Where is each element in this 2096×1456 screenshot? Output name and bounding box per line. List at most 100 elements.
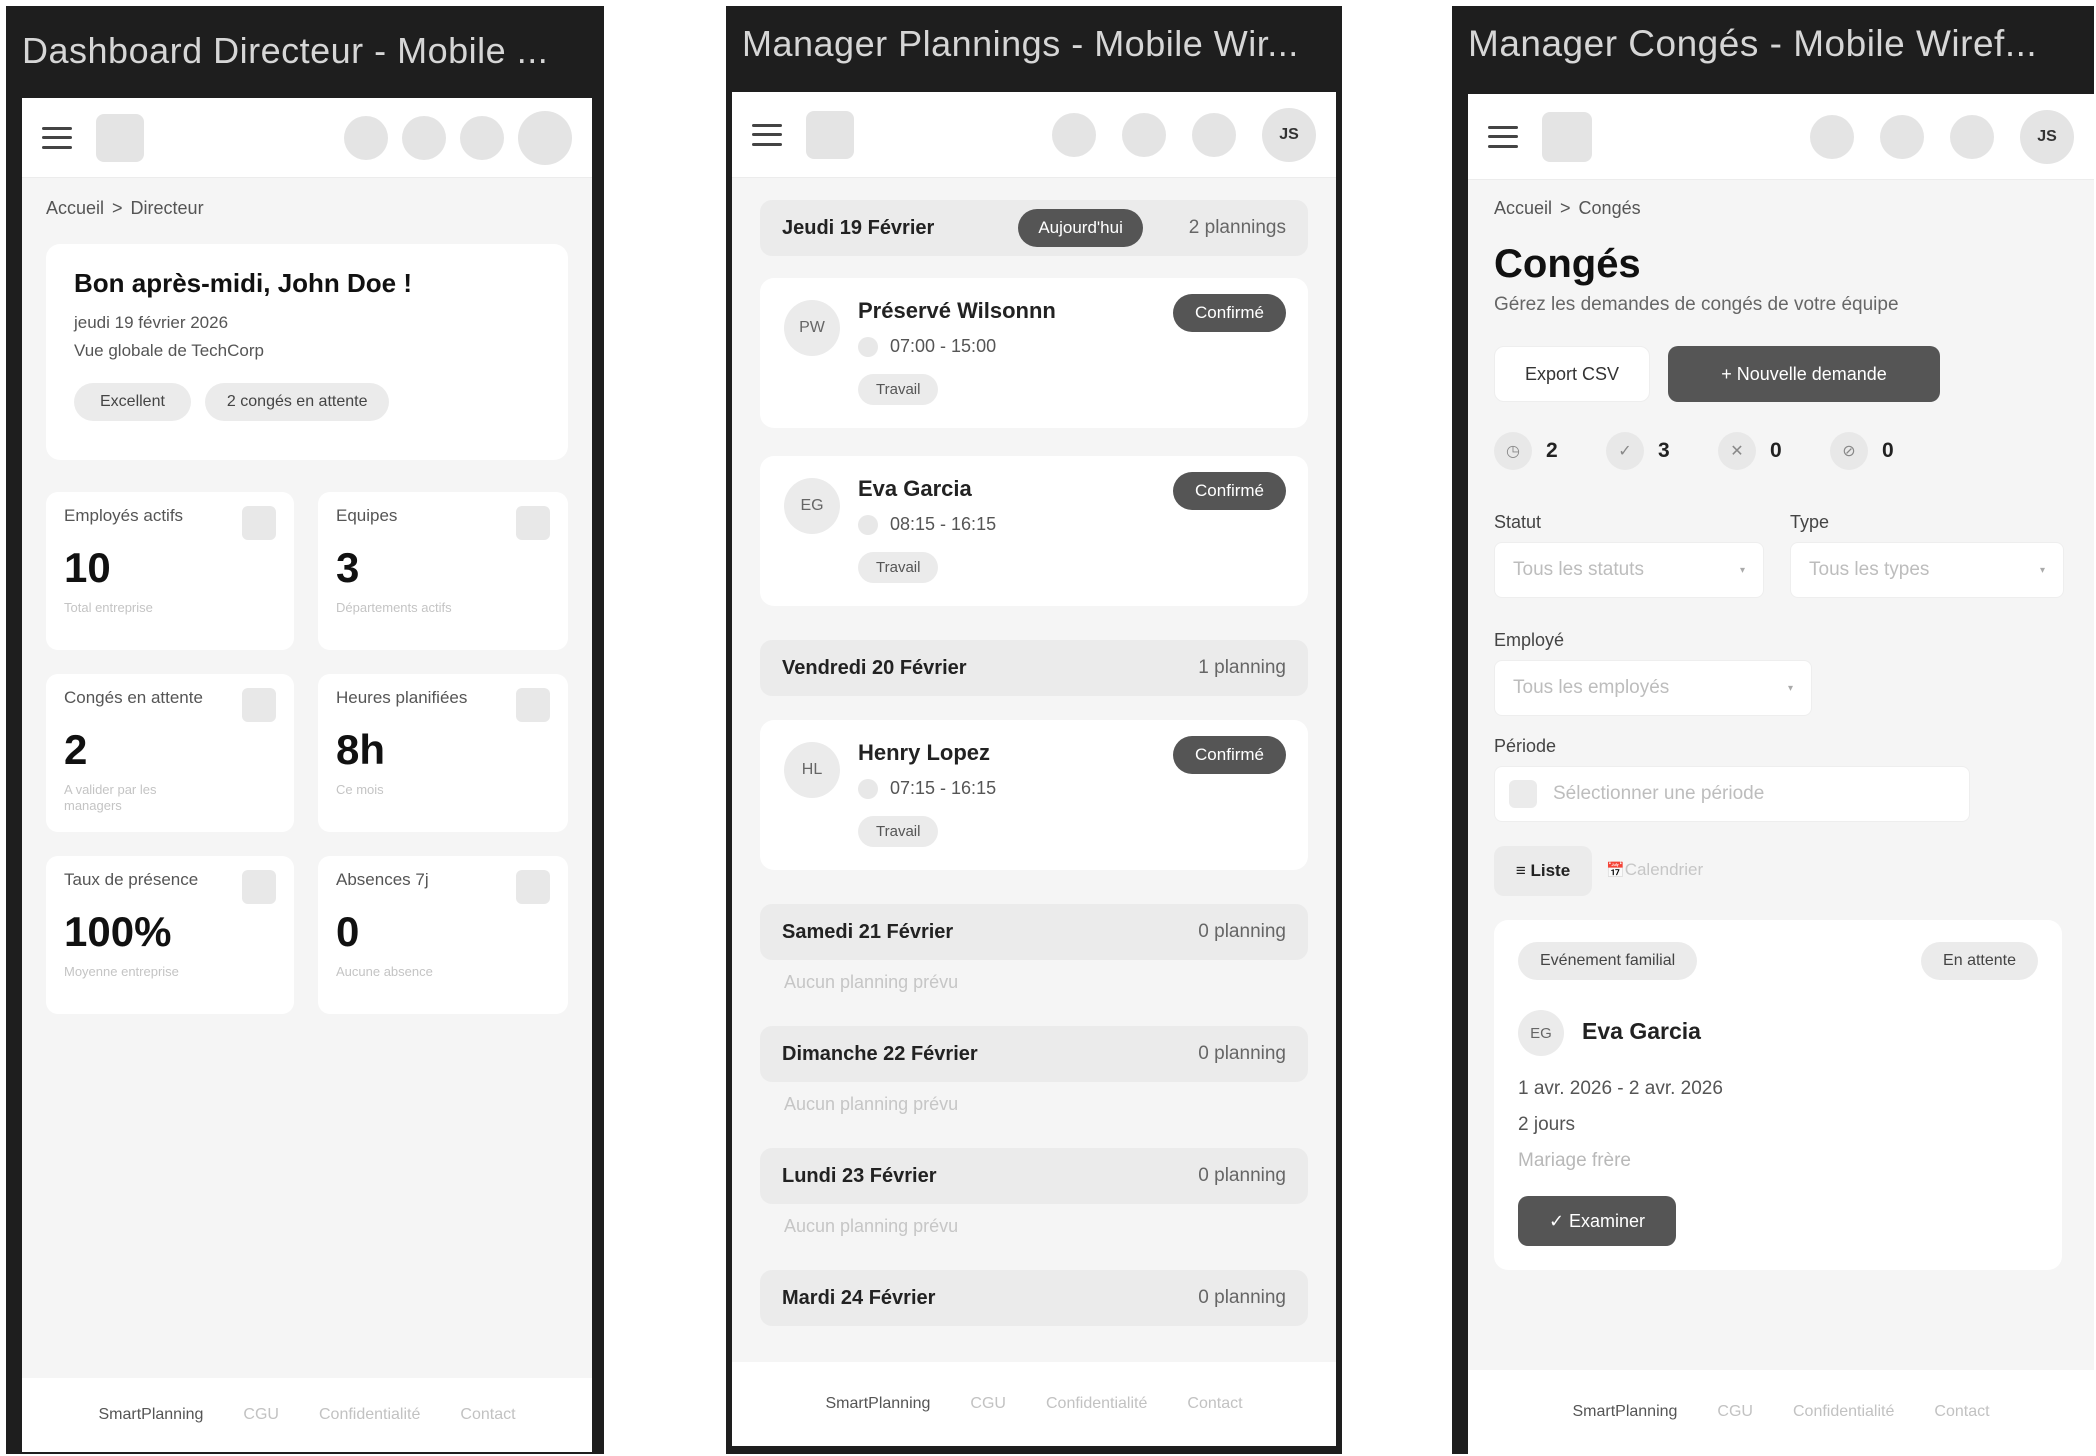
shift-time-text: 08:15 - 16:15 [890, 514, 997, 534]
avatar[interactable] [518, 110, 572, 165]
breadcrumb: Accueil > Congés [1494, 198, 1641, 219]
counter-approved: ✓ 3 [1606, 432, 1670, 470]
calendar-icon: 📅 [1606, 862, 1625, 879]
stat-value: 3 [336, 544, 360, 591]
day-header: Samedi 21 Février 0 planning [760, 904, 1308, 960]
settings-icon[interactable] [1950, 114, 1994, 159]
breadcrumb-current: Directeur [130, 198, 204, 218]
leave-duration: 2 jours [1518, 1114, 1576, 1135]
users-icon [242, 506, 276, 540]
counter-rejected: ✕ 0 [1718, 432, 1782, 470]
menu-icon[interactable] [752, 123, 782, 146]
menu-icon[interactable] [42, 126, 72, 149]
planning-card[interactable]: EG Eva Garcia 08:15 - 16:15 Travail Conf… [760, 456, 1308, 606]
footer-link-cgu[interactable]: CGU [243, 1406, 279, 1424]
notification-icon[interactable] [1052, 112, 1096, 157]
window-title: Dashboard Directeur - Mobile ... [22, 30, 549, 71]
tab-calendar[interactable]: 📅Calendrier [1606, 860, 1703, 880]
avatar[interactable]: JS [1262, 107, 1316, 162]
footer-link-cgu[interactable]: CGU [1717, 1403, 1753, 1421]
window-title: Manager Congés - Mobile Wiref... [1468, 23, 2038, 64]
type-select-value: Tous les types [1809, 559, 1930, 580]
footer: SmartPlanning CGU Confidentialité Contac… [22, 1378, 592, 1452]
footer-link-privacy[interactable]: Confidentialité [319, 1406, 420, 1424]
window-title: Manager Plannings - Mobile Wir... [742, 23, 1299, 64]
breadcrumb: Accueil > Directeur [46, 198, 204, 219]
status-badge: En attente [1921, 942, 2038, 980]
plannings-window: Manager Plannings - Mobile Wir... JS Jeu… [726, 6, 1342, 1454]
stat-card-employees[interactable]: Employés actifs 10 Total entreprise [46, 492, 294, 650]
footer-link-contact[interactable]: Contact [460, 1406, 515, 1424]
stat-card-hours[interactable]: Heures planifiées 8h Ce mois [318, 674, 568, 832]
employee-name: Préservé Wilsonnn [858, 298, 1056, 323]
message-icon[interactable] [402, 115, 446, 160]
message-icon[interactable] [1880, 114, 1924, 159]
notification-icon[interactable] [344, 115, 388, 160]
empty-day-text: Aucun planning prévu [784, 1094, 959, 1114]
footer-link-privacy[interactable]: Confidentialité [1793, 1403, 1894, 1421]
day-count: 0 planning [1198, 921, 1286, 942]
stat-value: 8h [336, 726, 386, 773]
stat-card-teams[interactable]: Equipes 3 Départements actifs [318, 492, 568, 650]
footer-link-privacy[interactable]: Confidentialité [1046, 1395, 1147, 1413]
counter-value: 2 [1546, 439, 1558, 462]
cancel-icon: ⊘ [1830, 432, 1868, 470]
examine-button[interactable]: ✓ Examiner [1518, 1196, 1676, 1246]
page-subtitle: Gérez les demandes de congés de votre éq… [1494, 294, 1899, 315]
breadcrumb-separator: > [112, 198, 123, 218]
day-name: Dimanche 22 Février [782, 1042, 978, 1065]
new-request-button[interactable]: + Nouvelle demande [1668, 346, 1940, 402]
logo [806, 110, 854, 159]
calendar-icon [1509, 780, 1537, 808]
footer-link-contact[interactable]: Contact [1187, 1395, 1242, 1413]
leave-request-card[interactable]: Evénement familial En attente EG Eva Gar… [1494, 920, 2062, 1270]
logo [1542, 111, 1592, 162]
stat-card-absences[interactable]: Absences 7j 0 Aucune absence [318, 856, 568, 1014]
period-placeholder: Sélectionner une période [1553, 783, 1765, 804]
footer: SmartPlanning CGU Confidentialité Contac… [732, 1362, 1336, 1446]
menu-icon[interactable] [1488, 125, 1518, 148]
stat-value: 2 [64, 726, 88, 773]
logo [96, 113, 144, 162]
type-select[interactable]: Tous les types ▾ [1790, 542, 2064, 598]
footer-brand: SmartPlanning [1572, 1403, 1678, 1420]
avatar: HL [784, 742, 840, 798]
footer-brand: SmartPlanning [825, 1395, 931, 1412]
welcome-card: Bon après-midi, John Doe ! jeudi 19 févr… [46, 244, 568, 460]
notification-icon[interactable] [1810, 114, 1854, 159]
day-name: Samedi 21 Février [782, 920, 954, 943]
top-bar: JS [1468, 94, 2094, 180]
tab-list[interactable]: ≡ Liste [1494, 846, 1592, 896]
dashboard-screen: Accueil > Directeur Bon après-midi, John D… [22, 98, 592, 1452]
empty-day-text: Aucun planning prévu [784, 972, 959, 992]
empty-day-text: Aucun planning prévu [784, 1216, 959, 1236]
stat-card-pending-leaves[interactable]: Congés en attente 2 A valider par les ma… [46, 674, 294, 832]
stat-card-presence[interactable]: Taux de présence 100% Moyenne entreprise [46, 856, 294, 1014]
export-csv-button[interactable]: Export CSV [1494, 346, 1650, 402]
employee-select[interactable]: Tous les employés ▾ [1494, 660, 1812, 716]
avatar[interactable]: JS [2020, 109, 2074, 164]
period-picker[interactable]: Sélectionner une période [1494, 766, 1970, 822]
settings-icon[interactable] [1192, 112, 1236, 157]
breadcrumb-home[interactable]: Accueil [1494, 198, 1552, 218]
stat-sub: Ce mois [336, 782, 384, 797]
clock-icon: ◷ [1494, 432, 1532, 470]
filter-label-status: Statut [1494, 512, 1542, 532]
counter-value: 0 [1882, 439, 1894, 462]
footer-link-cgu[interactable]: CGU [970, 1395, 1006, 1413]
check-icon: ✓ [1606, 432, 1644, 470]
today-badge: Aujourd'hui [1018, 209, 1143, 247]
message-icon[interactable] [1122, 112, 1166, 157]
pending-leaves-badge[interactable]: 2 congés en attente [204, 383, 390, 421]
planning-card[interactable]: HL Henry Lopez 07:15 - 16:15 Travail Con… [760, 720, 1308, 870]
breadcrumb-separator: > [1560, 198, 1571, 218]
shift-time-text: 07:15 - 16:15 [890, 778, 997, 798]
avatar: EG [784, 478, 840, 534]
counter-cancelled: ⊘ 0 [1830, 432, 1894, 470]
conges-window: Manager Congés - Mobile Wiref... JS Accu… [1452, 6, 2094, 1454]
footer-link-contact[interactable]: Contact [1934, 1403, 1989, 1421]
breadcrumb-home[interactable]: Accueil [46, 198, 104, 218]
settings-icon[interactable] [460, 115, 504, 160]
status-select[interactable]: Tous les statuts ▾ [1494, 542, 1764, 598]
planning-card[interactable]: PW Préservé Wilsonnn 07:00 - 15:00 Trava… [760, 278, 1308, 428]
